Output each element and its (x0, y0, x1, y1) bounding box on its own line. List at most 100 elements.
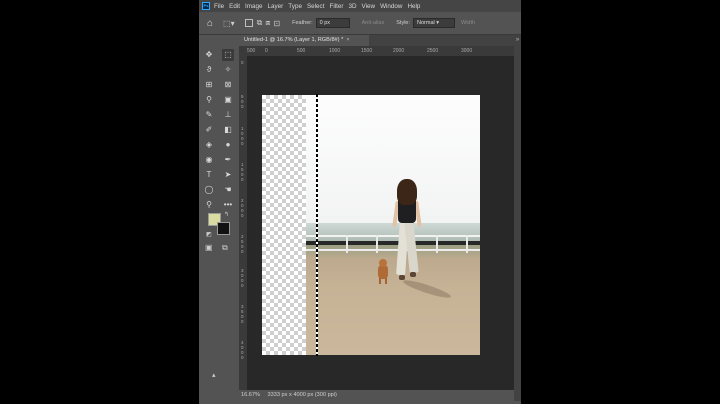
status-bar: 16.67% 3333 px x 4000 px (300 ppi) (239, 390, 514, 401)
frame-tool-icon[interactable]: ⊠ (222, 79, 234, 91)
menu-help[interactable]: Help (407, 3, 420, 10)
patch-tool-icon[interactable]: ▣ (222, 94, 234, 106)
document-info[interactable]: 3333 px x 4000 px (300 ppi) (268, 392, 337, 398)
menu-select[interactable]: Select (307, 3, 325, 10)
menu-file[interactable]: File (214, 3, 224, 10)
ruler-tick: 500 (241, 94, 244, 109)
menu-layer[interactable]: Layer (268, 3, 284, 10)
options-bar: ⌂ ⬚▾ ⧉ ⧈ ⊡ Feather: 0 px Anti-alias Styl… (199, 12, 521, 35)
type-tool-icon[interactable]: T (203, 169, 215, 181)
background-color-swatch[interactable] (217, 222, 230, 235)
quick-mask-icon[interactable]: ▣ (205, 243, 213, 252)
ruler-tick: 4000 (241, 340, 244, 360)
ruler-tick: 1500 (361, 48, 373, 54)
intersect-selection-icon[interactable]: ⊡ (273, 19, 280, 28)
blur-tool-icon[interactable]: ● (222, 139, 234, 151)
more-tools-icon[interactable]: ••• (222, 199, 234, 211)
history-brush-icon[interactable]: ✐ (203, 124, 215, 136)
ruler-tick: 2500 (241, 234, 244, 254)
antialias-label[interactable]: Anti-alias (362, 20, 385, 26)
fence-post (346, 235, 348, 253)
pen-tool-icon[interactable]: ✒ (222, 154, 234, 166)
collapsed-panel-strip[interactable]: » (514, 35, 521, 401)
menu-3d[interactable]: 3D (348, 3, 356, 10)
ellipse-tool-icon[interactable]: ◯ (203, 184, 215, 196)
document-tab-bar: Untitled-1 @ 16.7% (Layer 1, RGB/8#) * × (239, 35, 514, 46)
ruler-tick: 1000 (329, 48, 341, 54)
selection-marquee[interactable] (316, 94, 318, 356)
ruler-tick: 500 (297, 48, 306, 54)
move-tool-icon[interactable]: ✥ (203, 49, 215, 61)
eraser-tool-icon[interactable]: ◧ (222, 124, 234, 136)
hand-tool-icon[interactable]: ☚ (222, 184, 234, 196)
woman-shoe-right (410, 272, 416, 277)
panel-collapse-icon[interactable]: » (514, 37, 521, 43)
document-tab[interactable]: Untitled-1 @ 16.7% (Layer 1, RGB/8#) * × (239, 35, 369, 46)
paint-bucket-icon[interactable]: ◈ (203, 139, 215, 151)
brush-tool-icon[interactable]: ✎ (203, 109, 215, 121)
zoom-tool-icon[interactable]: ⚲ (203, 199, 215, 211)
dog (376, 259, 390, 285)
ruler-tick: 2000 (393, 48, 405, 54)
fence-post (466, 235, 468, 253)
marquee-preset-icon[interactable]: ⬚▾ (223, 19, 235, 28)
home-icon[interactable]: ⌂ (207, 18, 213, 29)
style-select[interactable]: Normal ▾ (413, 18, 456, 28)
rectangular-marquee-tool-icon[interactable]: ⬚ (222, 49, 234, 61)
menu-view[interactable]: View (362, 3, 376, 10)
fence-post (376, 235, 378, 253)
new-selection-icon[interactable] (244, 19, 253, 27)
ruler-tick: 2500 (427, 48, 439, 54)
ruler-tick: 3500 (241, 304, 244, 324)
woman-hair (397, 179, 417, 205)
dodge-tool-icon[interactable]: ◉ (203, 154, 215, 166)
ruler-tick: 2000 (241, 198, 244, 218)
document-canvas[interactable] (262, 95, 480, 355)
document-tab-title: Untitled-1 @ 16.7% (Layer 1, RGB/8#) * (244, 37, 344, 43)
dog-body (378, 265, 388, 279)
photo-layer (306, 95, 480, 355)
vertical-ruler: 0 500 1000 1500 2000 2500 3000 3500 4000 (239, 46, 247, 390)
default-colors-icon[interactable]: ◩ (206, 231, 212, 238)
fence-post (436, 235, 438, 253)
dog-head (379, 259, 387, 267)
crop-tool-icon[interactable]: ⊞ (203, 79, 215, 91)
close-tab-icon[interactable]: × (346, 37, 349, 43)
zoom-level[interactable]: 16.67% (241, 392, 260, 398)
subtract-selection-icon[interactable]: ⧈ (265, 18, 270, 28)
width-label: Width (461, 20, 476, 26)
swap-colors-icon[interactable]: ↰ (224, 211, 229, 218)
feather-input[interactable]: 0 px (315, 18, 350, 28)
ruler-tick: 3000 (241, 268, 244, 288)
ruler-tick: 0 (241, 60, 244, 65)
transparent-area (262, 95, 306, 355)
stamp-tool-icon[interactable]: ⊥ (222, 109, 234, 121)
woman-leg-right (404, 220, 419, 274)
ruler-tick: 500 (247, 48, 256, 54)
menu-window[interactable]: Window (380, 3, 402, 10)
ruler-tick: 0 (265, 48, 268, 54)
ruler-tick: 1500 (241, 162, 244, 182)
canvas-area[interactable] (247, 56, 514, 390)
menu-image[interactable]: Image (245, 3, 263, 10)
horizontal-ruler: 500 0 500 1000 1500 2000 2500 3000 (247, 46, 514, 56)
screen-mode-icon[interactable]: ⧉ (222, 243, 228, 253)
style-value: Normal (417, 20, 435, 26)
ruler-tick: 1000 (241, 126, 244, 146)
edit-toolbar-icon[interactable]: ▴ (212, 371, 216, 379)
lasso-tool-icon[interactable]: ϑ (203, 64, 215, 76)
eyedropper-tool-icon[interactable]: ⚲ (203, 94, 215, 106)
menu-bar: Ps File Edit Image Layer Type Select Fil… (199, 0, 521, 12)
menu-filter[interactable]: Filter (329, 3, 343, 10)
style-label: Style: (396, 20, 411, 26)
feather-label: Feather: (292, 20, 313, 26)
woman-shoe-left (399, 275, 405, 280)
walking-woman (392, 179, 422, 289)
ruler-tick: 3000 (461, 48, 473, 54)
path-selection-icon[interactable]: ➤ (222, 169, 234, 181)
add-selection-icon[interactable]: ⧉ (257, 18, 263, 28)
menu-edit[interactable]: Edit (229, 3, 240, 10)
photoshop-logo-icon: Ps (202, 2, 210, 10)
menu-type[interactable]: Type (288, 3, 302, 10)
magic-wand-tool-icon[interactable]: ✧ (222, 64, 234, 76)
